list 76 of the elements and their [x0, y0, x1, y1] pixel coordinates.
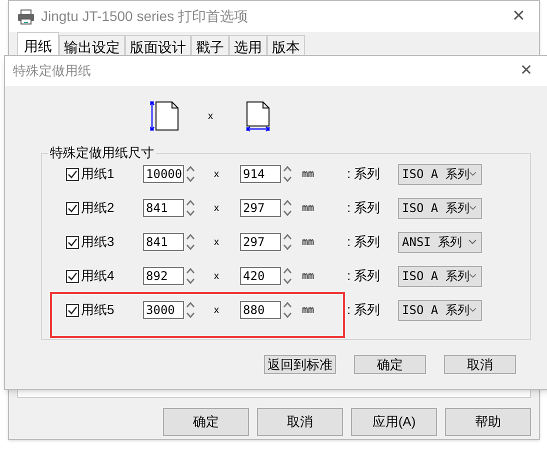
width-field[interactable]: 880 — [240, 301, 281, 319]
length-field[interactable]: 841 — [143, 233, 184, 251]
width-field[interactable]: 914 — [240, 165, 281, 183]
close-button[interactable]: ✕ — [520, 60, 533, 82]
spinner-arrows[interactable] — [186, 300, 195, 320]
paper-label: 用纸1 — [81, 165, 116, 184]
checkbox[interactable] — [66, 168, 79, 180]
series-dropdown[interactable]: ISO A 系列 — [398, 164, 482, 184]
width-field[interactable]: 420 — [240, 267, 281, 285]
series-label: : 系列 — [347, 267, 382, 286]
paper-label: 用纸2 — [81, 199, 116, 218]
tab[interactable]: 用纸 — [17, 32, 59, 56]
dialog-button[interactable]: 确定 — [163, 408, 249, 436]
length-field[interactable]: 892 — [143, 267, 184, 285]
close-button[interactable]: ✕ — [512, 4, 525, 28]
dialog-button[interactable]: 取消 — [444, 355, 516, 374]
checkbox[interactable] — [66, 236, 79, 248]
unit-label: mm — [302, 168, 316, 182]
times-sign: x — [214, 168, 220, 182]
unit-label: mm — [302, 236, 316, 250]
window-title: Jingtu JT-1500 series 打印首选项 — [41, 7, 249, 26]
spinner-arrows[interactable] — [186, 164, 195, 184]
series-dropdown[interactable]: ISO A 系列 — [398, 300, 482, 320]
chevron-down-icon — [469, 273, 477, 279]
series-dropdown[interactable]: ANSI 系列 — [398, 232, 482, 252]
printer-icon — [17, 8, 35, 24]
dialog-button[interactable]: 帮助 — [445, 408, 531, 436]
checkbox[interactable] — [66, 270, 79, 282]
spinner-arrows[interactable] — [186, 198, 195, 218]
series-label: : 系列 — [347, 301, 382, 320]
times-sign: x — [214, 304, 220, 318]
times-sign: x — [214, 236, 220, 250]
times-sign: x — [208, 110, 213, 124]
spinner-arrows[interactable] — [186, 232, 195, 252]
length-field[interactable]: 10000 — [143, 165, 184, 183]
tab[interactable]: 输出设定 — [59, 35, 125, 56]
series-dropdown[interactable]: ISO A 系列 — [398, 198, 482, 218]
spinner-arrows[interactable] — [186, 266, 195, 286]
unit-label: mm — [302, 304, 316, 318]
chevron-down-icon — [469, 307, 477, 313]
dialog-title: 特殊定做用纸 — [13, 62, 92, 80]
series-label: : 系列 — [347, 199, 382, 218]
checkbox[interactable] — [66, 202, 79, 214]
length-field[interactable]: 3000 — [143, 301, 184, 319]
dialog-button[interactable]: 确定 — [354, 355, 426, 374]
paper-label: 用纸3 — [81, 233, 116, 252]
spinner-arrows[interactable] — [283, 300, 292, 320]
chevron-down-icon — [468, 239, 477, 245]
unit-label: mm — [302, 270, 316, 284]
length-field[interactable]: 841 — [143, 199, 184, 217]
paper-label: 用纸4 — [81, 267, 116, 286]
times-sign: x — [214, 270, 220, 284]
chevron-down-icon — [469, 171, 477, 177]
dialog-button[interactable]: 返回到标准 — [264, 355, 336, 374]
spinner-arrows[interactable] — [283, 266, 292, 286]
unit-label: mm — [302, 202, 316, 216]
series-label: : 系列 — [347, 165, 382, 184]
group-title: 特殊定做用纸尺寸 — [48, 145, 156, 160]
times-sign: x — [214, 202, 220, 216]
spinner-arrows[interactable] — [283, 164, 292, 184]
series-dropdown[interactable]: ISO A 系列 — [398, 266, 482, 286]
paper-height-icon — [150, 100, 180, 132]
tab[interactable]: 选用 — [229, 35, 267, 56]
dialog-button[interactable]: 应用(A) — [351, 408, 437, 436]
spinner-arrows[interactable] — [283, 232, 292, 252]
paper-label: 用纸5 — [81, 301, 116, 320]
width-field[interactable]: 297 — [240, 199, 281, 217]
spinner-arrows[interactable] — [283, 198, 292, 218]
width-field[interactable]: 297 — [240, 233, 281, 251]
tab[interactable]: 戳子 — [191, 35, 229, 56]
tab[interactable]: 版本 — [267, 35, 305, 56]
chevron-down-icon — [469, 205, 477, 211]
dialog-button[interactable]: 取消 — [257, 408, 343, 436]
tab[interactable]: 版面设计 — [125, 35, 191, 56]
series-label: : 系列 — [347, 233, 382, 252]
checkbox[interactable] — [66, 304, 79, 316]
